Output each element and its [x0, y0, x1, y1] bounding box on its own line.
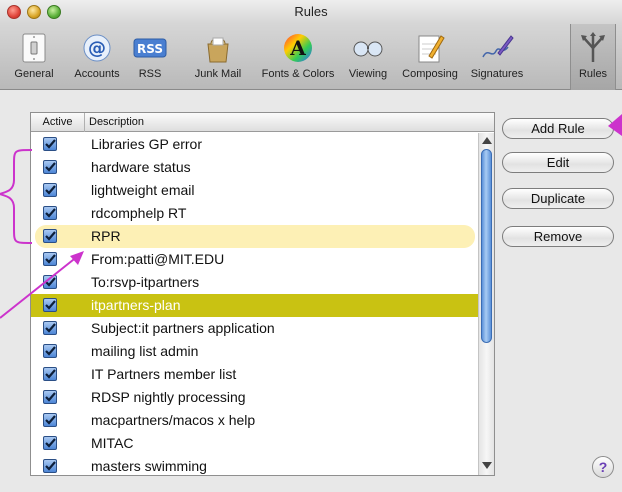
table-row[interactable]: RDSP nightly processing [31, 386, 481, 409]
toolbar-label: Junk Mail [194, 68, 242, 80]
table-header: Active Description [31, 113, 494, 132]
pencil-pad-icon [413, 31, 447, 65]
toolbar-label: Signatures [470, 68, 524, 80]
toolbar-item-signatures[interactable]: Signatures [466, 24, 528, 90]
table-row[interactable]: IT Partners member list [31, 363, 481, 386]
light-switch-icon [17, 31, 51, 65]
annotation-bracket [0, 149, 33, 244]
active-checkbox[interactable] [43, 459, 57, 473]
rss-badge-icon: RSS [133, 31, 167, 65]
rules-list: Libraries GP error hardware status light… [31, 133, 481, 475]
active-checkbox[interactable] [43, 275, 57, 289]
toolbar-item-general[interactable]: General [4, 24, 64, 90]
toolbar-label: Accounts [74, 68, 120, 80]
active-checkbox[interactable] [43, 252, 57, 266]
table-row[interactable]: hardware status [31, 156, 481, 179]
active-checkbox[interactable] [43, 390, 57, 404]
table-row[interactable]: mailing list admin [31, 340, 481, 363]
rule-description: From:patti@MIT.EDU [91, 251, 225, 267]
rule-description: lightweight email [91, 182, 195, 198]
svg-text:A: A [289, 36, 306, 60]
active-checkbox[interactable] [43, 298, 57, 312]
toolbar-item-rules[interactable]: Rules [570, 24, 616, 90]
table-row[interactable]: rdcomphelp RT [31, 202, 481, 225]
rule-description: mailing list admin [91, 343, 199, 359]
column-header-description[interactable]: Description [89, 113, 144, 132]
active-checkbox[interactable] [43, 436, 57, 450]
duplicate-button[interactable]: Duplicate [502, 188, 614, 209]
active-checkbox[interactable] [43, 413, 57, 427]
preferences-toolbar: General @ Accounts RSS RSS Junk Mail A F… [0, 24, 622, 90]
toolbar-label: Composing [402, 68, 458, 80]
table-row[interactable]: lightweight email [31, 179, 481, 202]
rules-preferences-window: Rules General @ Accounts RSS RSS Junk Ma… [0, 0, 622, 492]
active-checkbox[interactable] [43, 206, 57, 220]
column-header-active[interactable]: Active [31, 113, 85, 132]
toolbar-item-rss[interactable]: RSS RSS [130, 24, 170, 90]
title-bar: Rules [0, 0, 622, 24]
active-checkbox[interactable] [43, 367, 57, 381]
vertical-scrollbar[interactable] [478, 133, 494, 475]
table-row[interactable]: Subject:it partners application [31, 317, 481, 340]
window-title: Rules [294, 4, 328, 19]
scroll-down-arrow-icon[interactable] [482, 462, 492, 469]
table-row[interactable]: To:rsvp-itpartners [31, 271, 481, 294]
help-button[interactable]: ? [592, 456, 614, 478]
toolbar-label: Fonts & Colors [261, 68, 335, 80]
scroll-thumb[interactable] [481, 149, 492, 343]
rules-table: Active Description Libraries GP error ha… [30, 112, 495, 476]
rule-description: rdcomphelp RT [91, 205, 187, 221]
rules-arrows-icon [576, 31, 610, 65]
table-row[interactable]: From:patti@MIT.EDU [31, 248, 481, 271]
toolbar-item-junk-mail[interactable]: Junk Mail [180, 24, 256, 90]
table-row[interactable]: masters swimming [31, 455, 481, 475]
rule-description: hardware status [91, 159, 191, 175]
toolbar-item-viewing[interactable]: Viewing [342, 24, 394, 90]
junk-mail-bag-icon [201, 31, 235, 65]
toolbar-item-fonts-colors[interactable]: A Fonts & Colors [256, 24, 340, 90]
rule-description: MITAC [91, 435, 134, 451]
edit-button[interactable]: Edit [502, 152, 614, 173]
svg-text:@: @ [88, 38, 106, 59]
table-row[interactable]: Libraries GP error [31, 133, 481, 156]
glasses-icon [351, 31, 385, 65]
rule-description: RPR [91, 228, 121, 244]
add-rule-button[interactable]: Add Rule [502, 118, 614, 139]
table-row[interactable]: MITAC [31, 432, 481, 455]
rule-description: To:rsvp-itpartners [91, 274, 200, 290]
toolbar-item-composing[interactable]: Composing [394, 24, 466, 90]
svg-text:RSS: RSS [137, 42, 163, 56]
active-checkbox[interactable] [43, 344, 57, 358]
table-row[interactable]: macpartners/macos x help [31, 409, 481, 432]
active-checkbox[interactable] [43, 229, 57, 243]
fonts-colors-icon: A [281, 31, 315, 65]
toolbar-label: Rules [578, 68, 608, 80]
active-checkbox[interactable] [43, 321, 57, 335]
remove-button[interactable]: Remove [502, 226, 614, 247]
toolbar-label: General [14, 68, 54, 80]
rule-description: IT Partners member list [91, 366, 237, 382]
toolbar-label: RSS [138, 68, 162, 80]
active-checkbox[interactable] [43, 137, 57, 151]
active-checkbox[interactable] [43, 183, 57, 197]
table-row-highlighted[interactable]: RPR [35, 225, 475, 248]
toolbar-label: Viewing [348, 68, 388, 80]
rule-description: RDSP nightly processing [91, 389, 246, 405]
rule-description: itpartners-plan [91, 297, 181, 313]
rule-description: Libraries GP error [91, 136, 203, 152]
rule-description: masters swimming [91, 458, 207, 474]
at-sign-icon: @ [80, 31, 114, 65]
active-checkbox[interactable] [43, 160, 57, 174]
toolbar-item-accounts[interactable]: @ Accounts [68, 24, 126, 90]
rule-description: macpartners/macos x help [91, 412, 256, 428]
table-row-selected[interactable]: itpartners-plan [31, 294, 481, 317]
rule-description: Subject:it partners application [91, 320, 275, 336]
signature-pen-icon [480, 31, 514, 65]
scroll-up-arrow-icon[interactable] [482, 137, 492, 144]
